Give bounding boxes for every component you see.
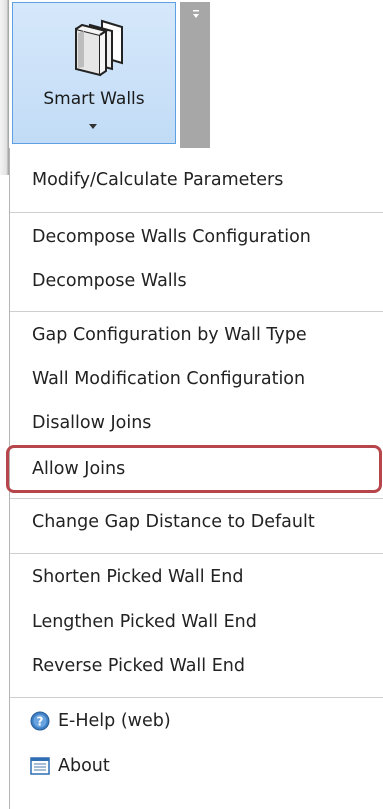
menu-separator xyxy=(10,553,383,554)
menu-item-label: Decompose Walls xyxy=(32,271,187,291)
menu-item-shorten-picked-wall-end[interactable]: Shorten Picked Wall End xyxy=(10,562,382,592)
menu-item-about[interactable]: About xyxy=(10,751,382,781)
ribbon-edge xyxy=(0,0,9,175)
smart-walls-label: Smart Walls xyxy=(43,89,145,109)
menu-item-e-help[interactable]: ? E-Help (web) xyxy=(10,706,382,736)
menu-item-label: Gap Configuration by Wall Type xyxy=(32,325,307,345)
menu-item-decompose-walls[interactable]: Decompose Walls xyxy=(10,266,382,296)
ribbon-panel: Smart Walls xyxy=(0,0,383,175)
dropdown-arrow-icon xyxy=(89,124,97,129)
menu-separator xyxy=(10,212,383,213)
about-icon xyxy=(30,757,50,775)
smart-walls-button[interactable]: Smart Walls xyxy=(12,2,176,144)
menu-item-label: Lengthen Picked Wall End xyxy=(32,612,257,632)
menu-item-disallow-joins[interactable]: Disallow Joins xyxy=(10,408,382,438)
menu-item-label: Wall Modification Configuration xyxy=(32,369,306,389)
menu-item-label: E-Help (web) xyxy=(58,711,171,731)
menu-item-label: Decompose Walls Configuration xyxy=(32,227,311,247)
menu-item-label: About xyxy=(58,756,110,776)
menu-separator xyxy=(10,311,383,312)
menu-item-gap-configuration-by-wall-type[interactable]: Gap Configuration by Wall Type xyxy=(10,320,382,350)
menu-item-label: Allow Joins xyxy=(32,459,126,479)
menu-separator xyxy=(10,498,383,499)
svg-text:?: ? xyxy=(37,715,44,729)
menu-item-label: Shorten Picked Wall End xyxy=(32,567,244,587)
panel-launcher-icon xyxy=(193,10,199,18)
panel-launcher[interactable] xyxy=(180,2,210,148)
menu-item-label: Modify/Calculate Parameters xyxy=(32,170,284,190)
menu-item-label: Change Gap Distance to Default xyxy=(32,512,315,532)
menu-item-wall-modification-configuration[interactable]: Wall Modification Configuration xyxy=(10,364,382,394)
menu-item-reverse-picked-wall-end[interactable]: Reverse Picked Wall End xyxy=(10,651,382,681)
menu-item-change-gap-distance-to-default[interactable]: Change Gap Distance to Default xyxy=(10,507,382,537)
menu-item-label: Disallow Joins xyxy=(32,413,152,433)
help-icon: ? xyxy=(30,711,50,731)
menu-item-decompose-walls-configuration[interactable]: Decompose Walls Configuration xyxy=(10,222,382,252)
menu-item-allow-joins[interactable]: Allow Joins xyxy=(10,454,382,484)
walls-icon xyxy=(75,19,123,77)
smart-walls-menu: Modify/Calculate Parameters Decompose Wa… xyxy=(6,148,383,809)
menu-item-label: Reverse Picked Wall End xyxy=(32,656,245,676)
menu-item-modify-calculate-parameters[interactable]: Modify/Calculate Parameters xyxy=(10,165,382,195)
menu-item-lengthen-picked-wall-end[interactable]: Lengthen Picked Wall End xyxy=(10,607,382,637)
menu-separator xyxy=(10,697,383,698)
